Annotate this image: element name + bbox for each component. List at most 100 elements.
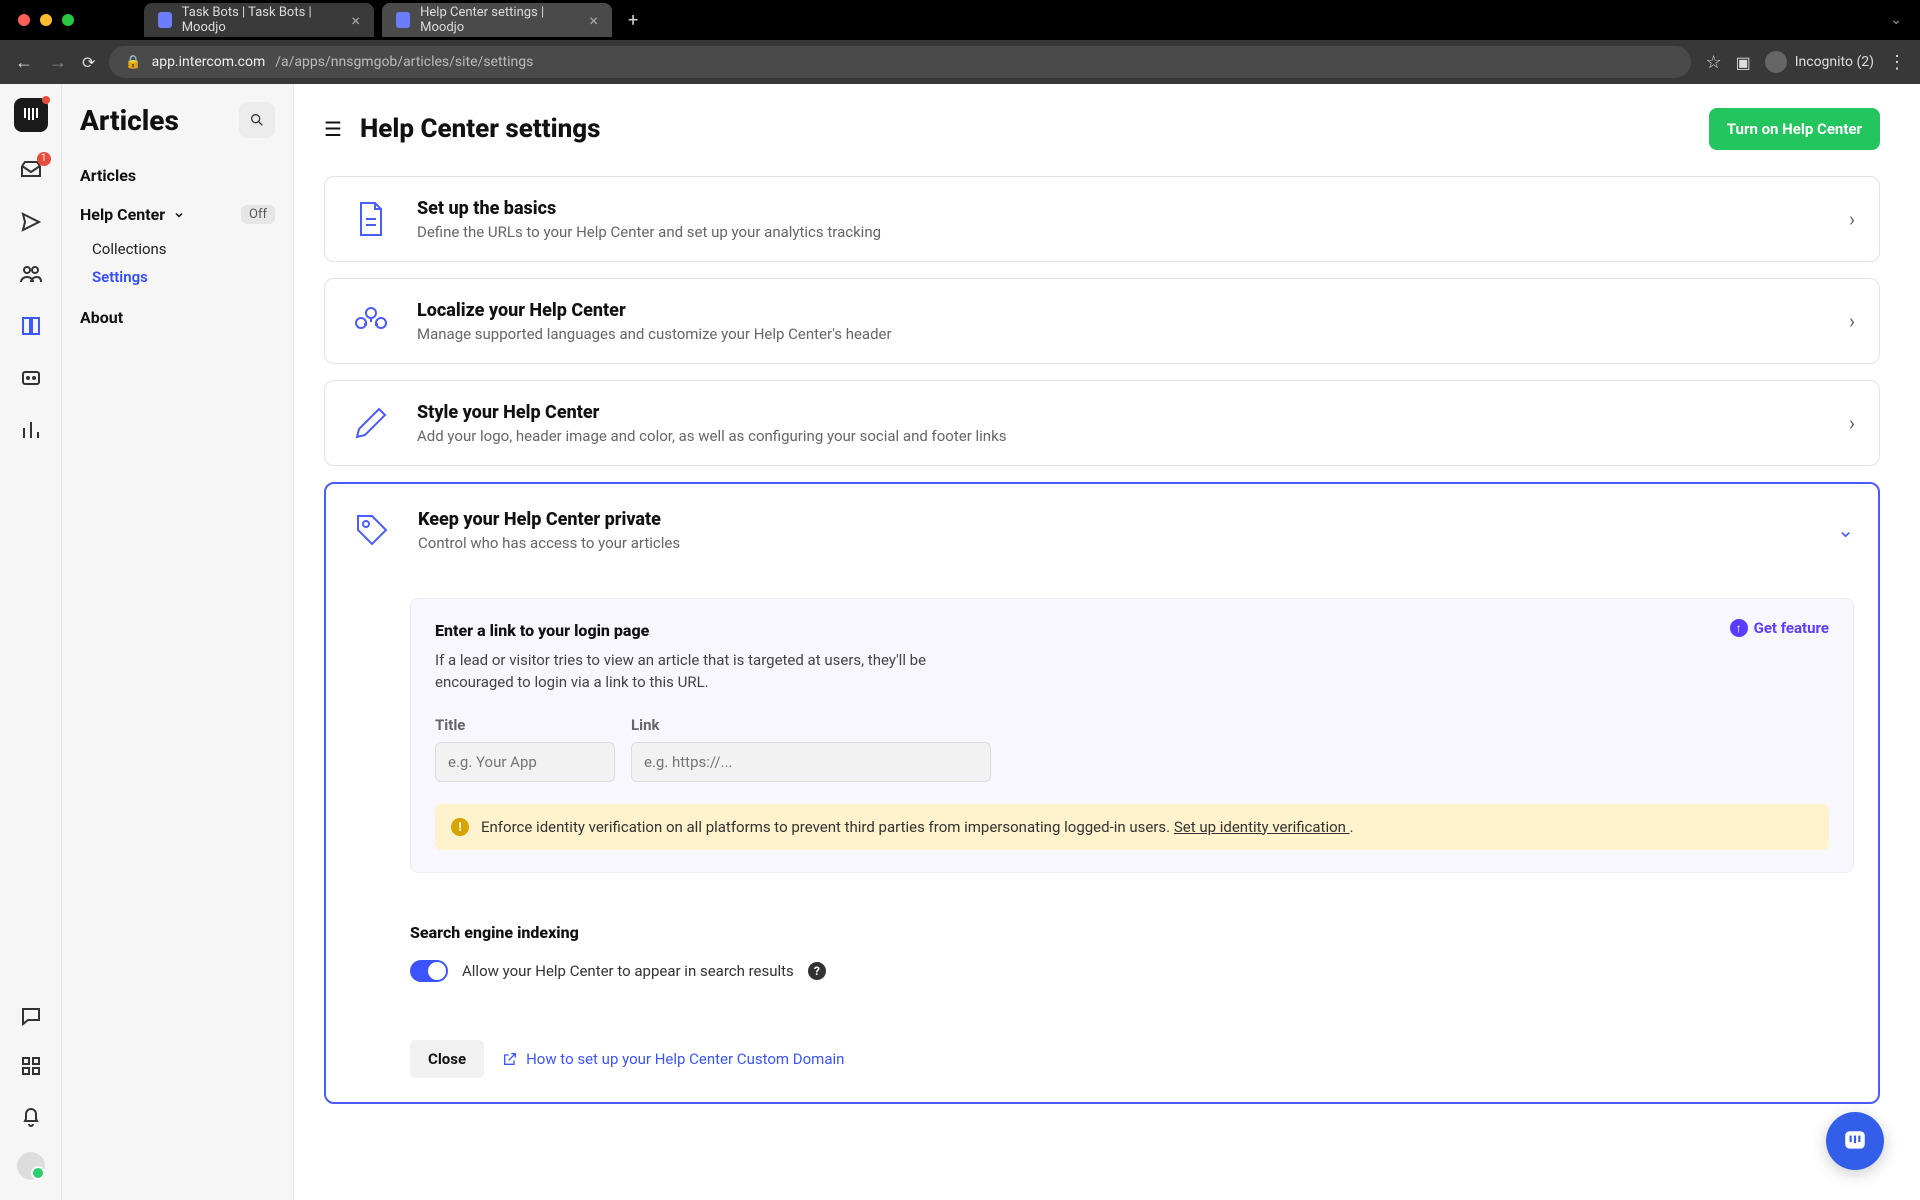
card-title: Localize your Help Center [417,300,1825,321]
pencil-icon [349,401,393,445]
tab-title: Task Bots | Task Bots | Moodjo [182,5,334,35]
window-close-dot[interactable] [18,14,30,26]
new-tab-button[interactable]: + [628,10,638,31]
turn-on-help-center-button[interactable]: Turn on Help Center [1709,108,1880,150]
indexing-toggle-label: Allow your Help Center to appear in sear… [462,962,794,980]
chevron-down-icon: ⌄ [1837,518,1854,542]
rail-apps[interactable] [17,1052,45,1080]
alert-link[interactable]: Set up identity verification [1174,818,1350,836]
bar-chart-icon [19,418,43,442]
page-title: Help Center settings [360,114,1691,144]
tabs-dropdown-icon[interactable]: ⌄ [1890,12,1902,28]
favicon-icon [158,12,172,28]
browser-menu-icon[interactable]: ⋮ [1888,52,1906,73]
sidebar-item-help-center[interactable]: Help Center Off [80,205,275,224]
indexing-toggle-row: Allow your Help Center to appear in sear… [410,960,1854,982]
title-input[interactable] [435,742,615,782]
lock-icon: 🔒 [125,55,141,70]
sidebar-item-about[interactable]: About [80,308,275,327]
sidebar-item-collections[interactable]: Collections [92,240,275,258]
panel-title: Enter a link to your login page [435,621,1829,640]
rail-reports[interactable] [17,416,45,444]
tab-title: Help Center settings | Moodjo [420,5,571,35]
get-feature-label: Get feature [1754,619,1829,637]
rail-avatar[interactable] [17,1152,45,1180]
settings-card-private: Keep your Help Center private Control wh… [324,482,1880,1104]
chevron-right-icon: › [1849,411,1855,435]
sidebar-title: Articles [80,104,179,137]
indexing-toggle[interactable] [410,960,448,982]
browser-tab-1[interactable]: Task Bots | Task Bots | Moodjo × [144,3,374,37]
nav-back-icon[interactable]: ← [14,52,34,73]
browser-tab-2[interactable]: Help Center settings | Moodjo × [382,3,612,37]
rail-outbound[interactable] [17,208,45,236]
apps-grid-icon [19,1054,43,1078]
sidebar-item-settings[interactable]: Settings [92,268,275,286]
card-desc: Define the URLs to your Help Center and … [417,223,1825,241]
card-footer: Close How to set up your Help Center Cus… [410,1040,1854,1078]
sidebar-search-button[interactable] [239,102,275,138]
page-header: ☰ Help Center settings Turn on Help Cent… [324,108,1880,150]
custom-domain-help-link[interactable]: How to set up your Help Center Custom Do… [502,1050,844,1068]
incognito-indicator[interactable]: Incognito (2) [1765,51,1874,73]
close-button[interactable]: Close [410,1040,484,1078]
bot-icon [19,366,43,390]
alert-period: . [1350,818,1354,836]
rail-inbox[interactable]: 1 [17,156,45,184]
settings-card-basics[interactable]: Set up the basics Define the URLs to you… [324,176,1880,262]
card-title: Keep your Help Center private [418,509,1813,530]
card-header[interactable]: Keep your Help Center private Control wh… [350,508,1854,552]
browser-tabs: Task Bots | Task Bots | Moodjo × Help Ce… [144,0,638,40]
sidebar-item-articles[interactable]: Articles [80,166,275,185]
url-host: app.intercom.com [152,54,266,70]
identity-verification-alert: ! Enforce identity verification on all p… [435,804,1829,850]
rail-articles[interactable] [17,312,45,340]
window-min-dot[interactable] [40,14,52,26]
window-titlebar: Task Bots | Task Bots | Moodjo × Help Ce… [0,0,1920,40]
hamburger-icon[interactable]: ☰ [324,117,342,141]
app-root: 1 [0,84,1920,1200]
rail-operator[interactable] [17,364,45,392]
app-logo[interactable] [14,98,48,132]
close-icon[interactable]: × [589,11,598,30]
indexing-title: Search engine indexing [410,923,1854,942]
card-desc: Manage supported languages and customize… [417,325,1825,343]
document-icon [349,197,393,241]
indexing-section: Search engine indexing Allow your Help C… [410,923,1854,982]
star-icon[interactable]: ☆ [1705,52,1721,73]
chevron-right-icon: › [1849,309,1855,333]
card-desc: Add your logo, header image and color, a… [417,427,1825,445]
warning-icon: ! [451,818,469,836]
settings-card-localize[interactable]: Localize your Help Center Manage support… [324,278,1880,364]
help-icon[interactable]: ? [808,962,826,980]
login-link-form: Title Link [435,716,1829,782]
nav-forward-icon: → [48,52,68,73]
address-field[interactable]: 🔒 app.intercom.com /a/apps/nnsgmgob/arti… [109,46,1691,78]
panel-icon[interactable]: ▣ [1736,53,1751,72]
chevron-right-icon: › [1849,207,1855,231]
intercom-logo-icon [21,105,41,125]
settings-card-style[interactable]: Style your Help Center Add your logo, he… [324,380,1880,466]
rail-messages[interactable] [17,1002,45,1030]
window-max-dot[interactable] [62,14,74,26]
get-feature-link[interactable]: ↑ Get feature [1730,619,1829,637]
alert-text: Enforce identity verification on all pla… [481,818,1354,836]
reload-icon[interactable]: ⟳ [82,53,95,72]
close-icon[interactable]: × [351,11,360,30]
card-desc: Control who has access to your articles [418,534,1813,552]
rail-notifications[interactable] [17,1102,45,1130]
chevron-down-icon [173,209,185,221]
link-input[interactable] [631,742,991,782]
nav-rail: 1 [0,84,62,1200]
book-icon [19,314,43,338]
rail-contacts[interactable] [17,260,45,288]
sidebar-item-label: Help Center [80,205,165,224]
upgrade-icon: ↑ [1730,619,1748,637]
alert-message: Enforce identity verification on all pla… [481,818,1174,836]
messenger-launcher[interactable] [1826,1112,1884,1170]
tag-lock-icon [350,508,394,552]
intercom-chat-icon [1842,1128,1868,1154]
search-icon [249,112,265,128]
title-label: Title [435,716,615,734]
help-link-label: How to set up your Help Center Custom Do… [526,1050,844,1068]
